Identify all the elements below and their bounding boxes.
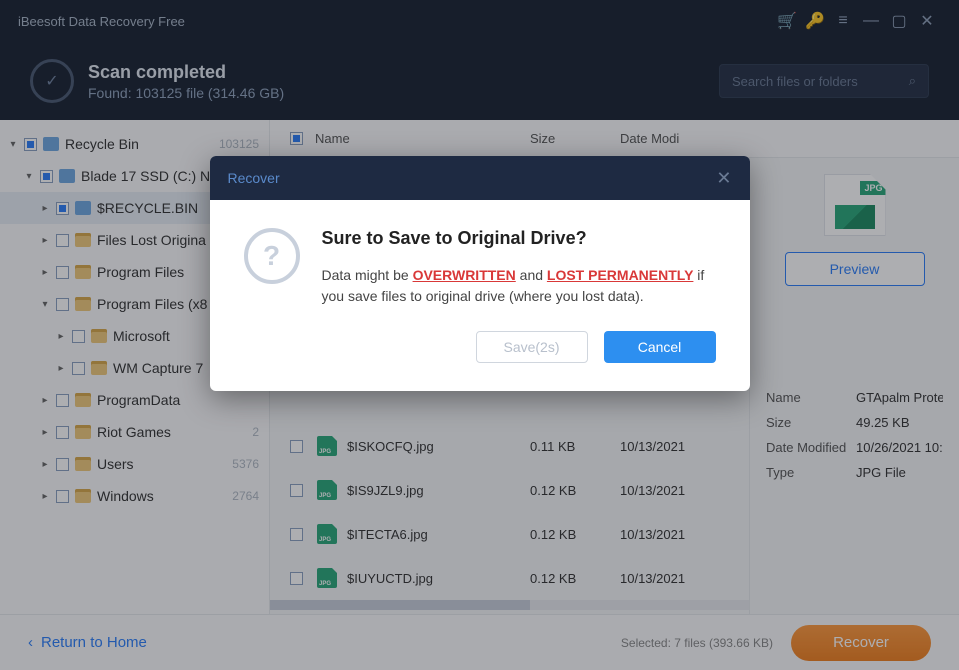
question-icon: ? [244,228,300,284]
modal-text: Data might be OVERWRITTEN and LOST PERMA… [322,265,716,307]
modal-overlay: Recover ✕ ? Sure to Save to Original Dri… [0,0,959,670]
modal-title: Recover [228,170,280,186]
modal-close-icon[interactable]: ✕ [716,168,731,189]
save-button[interactable]: Save(2s) [476,331,588,363]
confirm-dialog: Recover ✕ ? Sure to Save to Original Dri… [210,156,750,391]
modal-heading: Sure to Save to Original Drive? [322,228,716,249]
cancel-button[interactable]: Cancel [604,331,716,363]
